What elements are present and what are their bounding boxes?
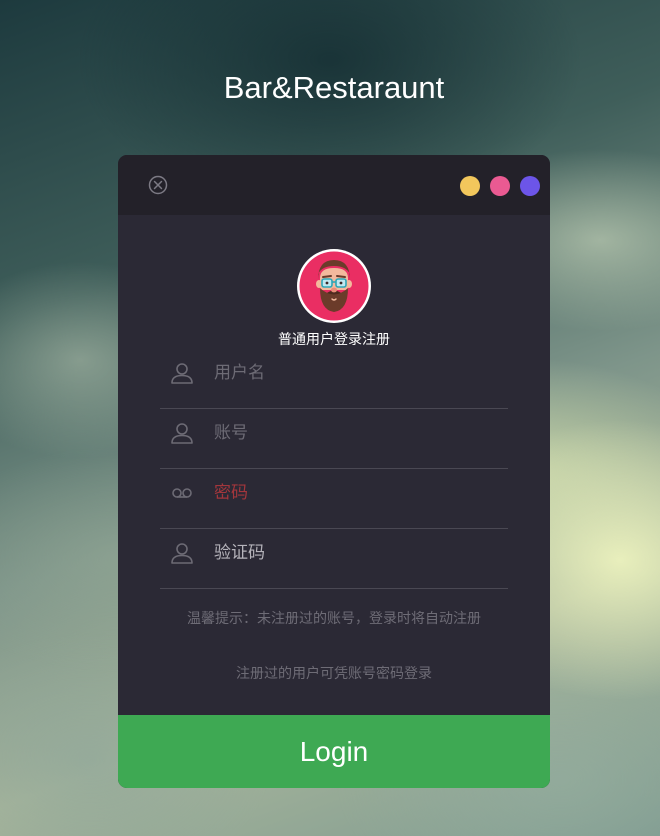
bearded-man-avatar-icon: [297, 249, 371, 323]
yellow-dot-button[interactable]: [460, 176, 480, 196]
register-tip: 温馨提示：未注册过的账号，登录时将自动注册: [187, 611, 481, 627]
login-subtitle: 普通用户登录注册: [278, 332, 390, 348]
close-circle-icon[interactable]: [148, 175, 168, 195]
username-input[interactable]: 用户名: [214, 360, 494, 386]
password-input[interactable]: 密码: [214, 480, 494, 506]
login-panel: 普通用户登录注册 用户名 账号 密码 验证码 温馨提示：未注册过的账号，登录时将…: [118, 155, 550, 788]
account-input[interactable]: 账号: [214, 420, 494, 446]
voicemail-icon: [172, 488, 192, 498]
password-row: 密码: [160, 469, 508, 529]
user-icon: [171, 363, 193, 384]
panel-header: [118, 155, 550, 215]
pink-dot-button[interactable]: [490, 176, 510, 196]
purple-dot-button[interactable]: [520, 176, 540, 196]
user-icon: [171, 423, 193, 444]
captcha-row: 验证码: [160, 529, 508, 589]
login-note: 注册过的用户可凭账号密码登录: [236, 666, 432, 682]
captcha-input[interactable]: 验证码: [214, 540, 494, 566]
username-row: 用户名: [160, 349, 508, 409]
user-icon: [171, 543, 193, 564]
login-button[interactable]: Login: [118, 715, 550, 788]
app-title: Bar&Restaraunt: [223, 70, 445, 105]
account-row: 账号: [160, 409, 508, 469]
